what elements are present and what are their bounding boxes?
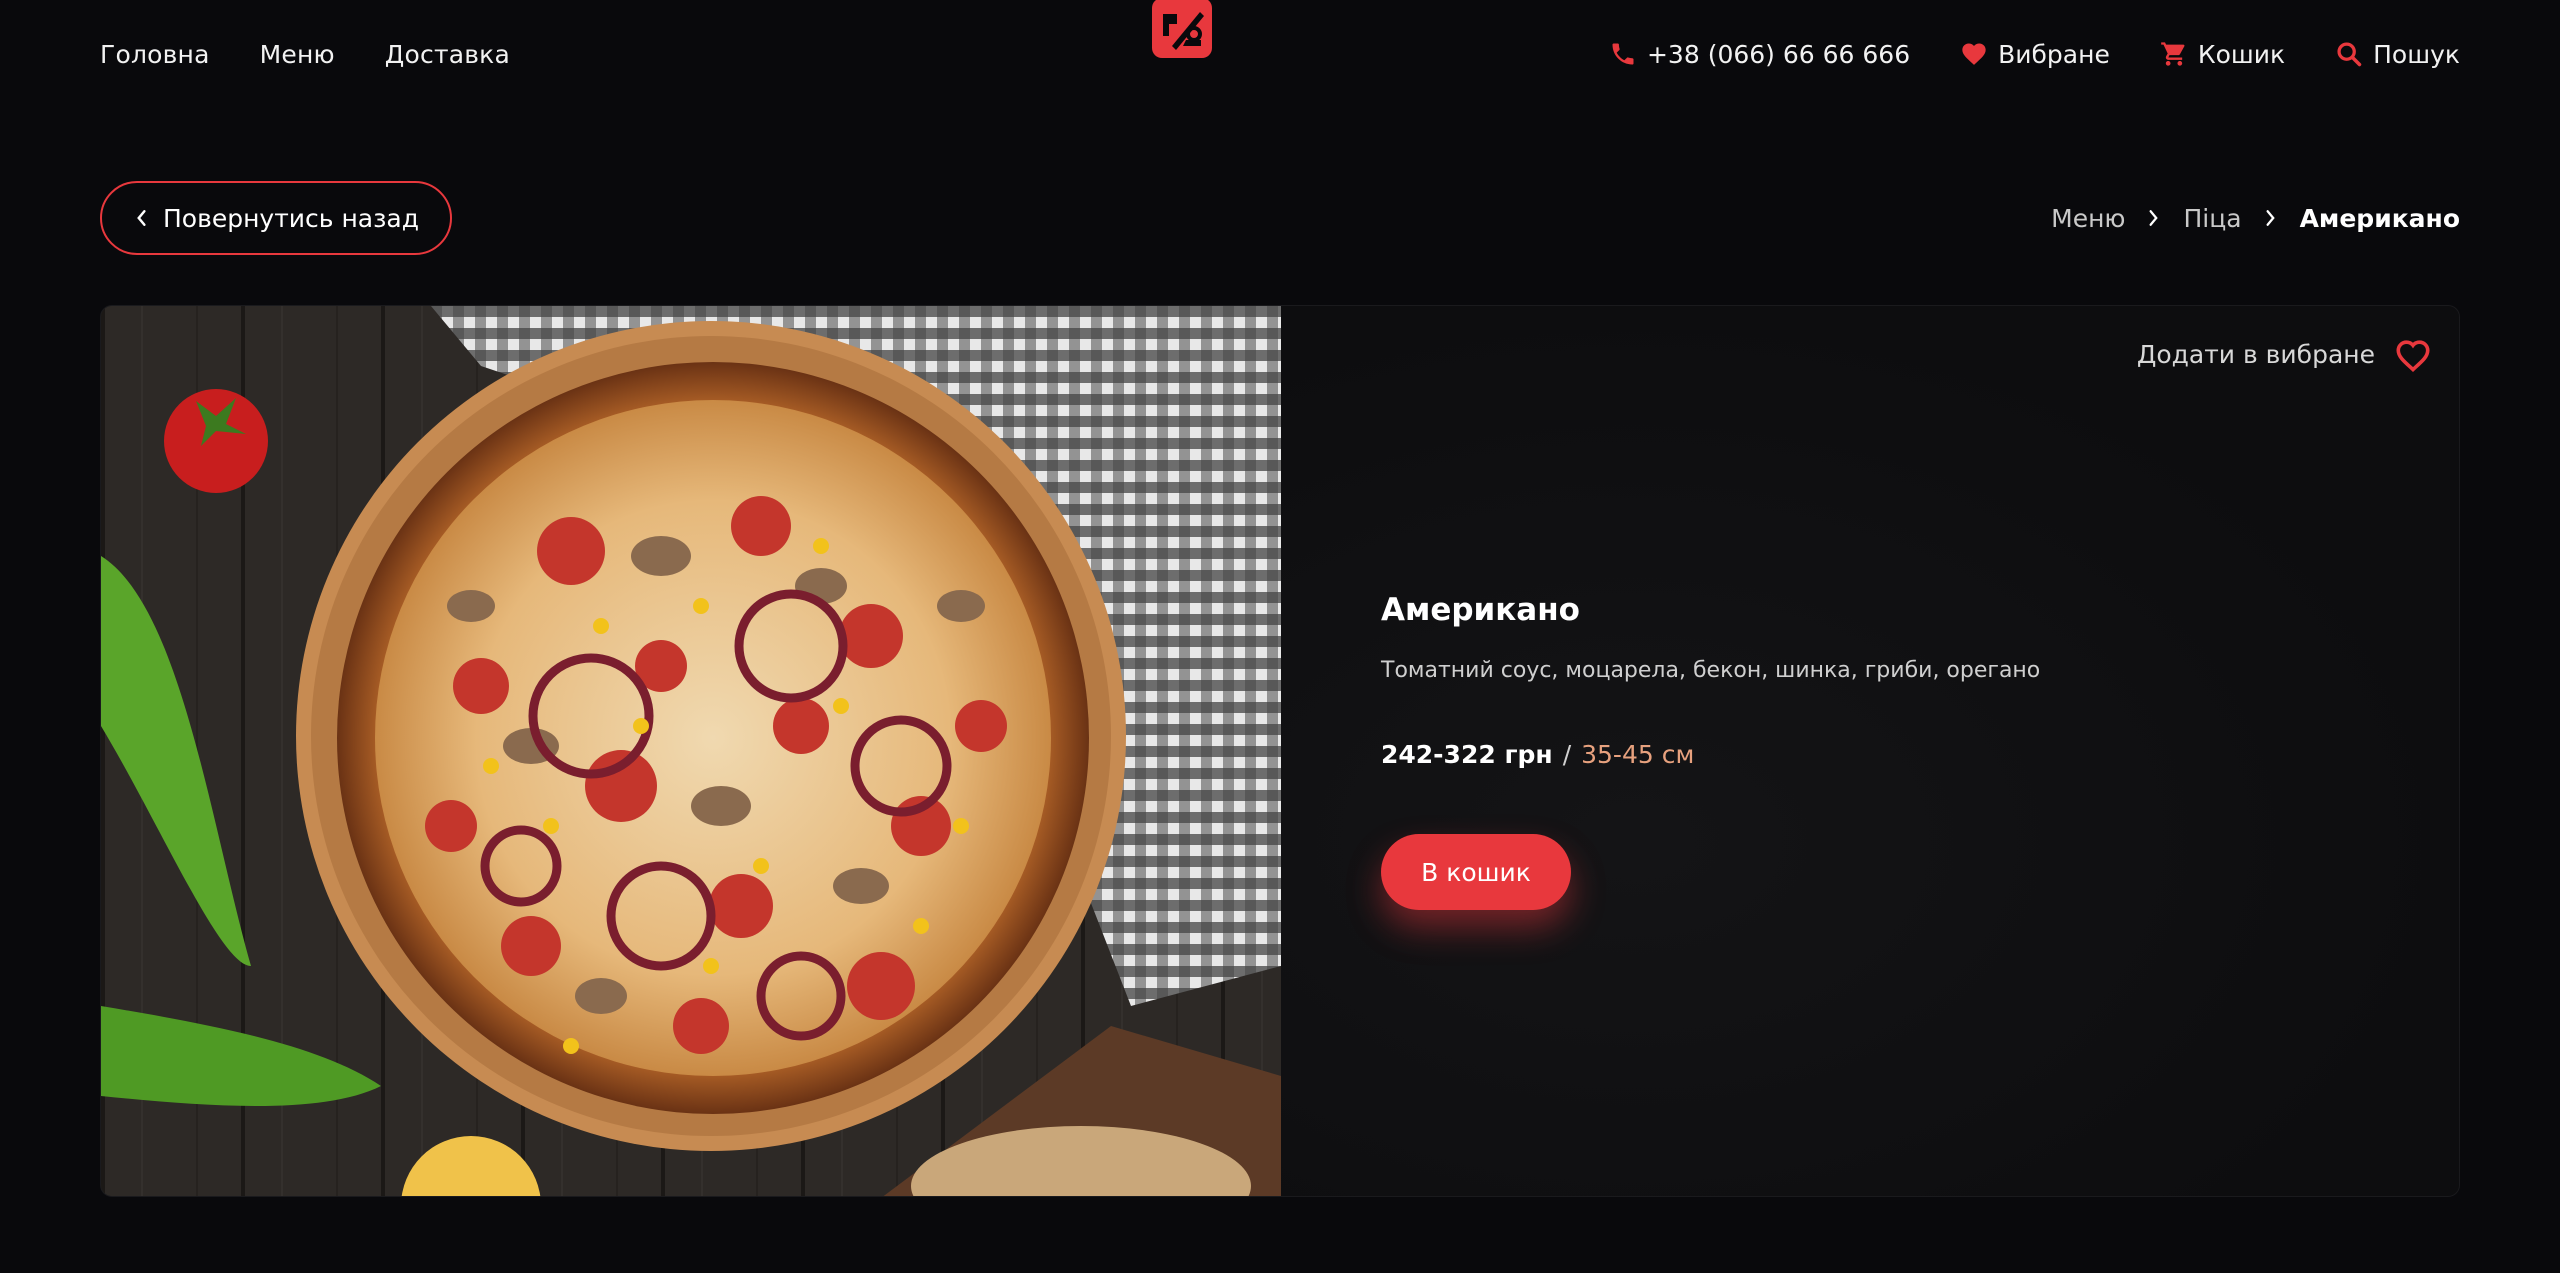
- product-image: [101, 306, 1281, 1196]
- nav-home[interactable]: Головна: [100, 40, 210, 69]
- product-title: Американо: [1381, 592, 1580, 628]
- add-favorite-button[interactable]: Додати в вибране: [2137, 336, 2433, 372]
- cart-icon: [2161, 42, 2185, 66]
- main-nav: Головна Меню Доставка: [100, 40, 510, 69]
- cart-label: Кошик: [2197, 39, 2286, 69]
- chevron-left-icon: [137, 210, 146, 226]
- product-card: Додати в вибране Американо Томатний соус…: [100, 305, 2460, 1197]
- add-favorite-label: Додати в вибране: [2136, 339, 2375, 369]
- favorites-label: Вибране: [1998, 39, 2110, 69]
- product-description: Томатний соус, моцарела, бекон, шинка, г…: [1381, 658, 2041, 683]
- favorites-link[interactable]: Вибране: [1960, 40, 2110, 69]
- phone-icon: [1612, 43, 1634, 65]
- chevron-right-icon: [2264, 209, 2278, 227]
- breadcrumb-menu[interactable]: Меню: [2051, 204, 2125, 233]
- price-separator: /: [1562, 740, 1572, 769]
- pizza-photo: [101, 306, 1281, 1196]
- breadcrumb: Меню Піца Американо: [2051, 196, 2460, 240]
- back-button[interactable]: Повернутись назад: [100, 181, 452, 255]
- back-button-label: Повернутись назад: [162, 203, 420, 233]
- breadcrumb-pizza[interactable]: Піца: [2183, 204, 2241, 233]
- page: Головна Меню Доставка +38 (066) 66 66 66…: [0, 0, 2560, 1273]
- product-info: Додати в вибране Американо Томатний соус…: [1281, 306, 2459, 1196]
- nav-menu[interactable]: Меню: [260, 40, 335, 69]
- product-price: 242-322 грн: [1381, 740, 1553, 769]
- chevron-right-icon: [2147, 209, 2161, 227]
- phone-link[interactable]: +38 (066) 66 66 666: [1609, 40, 1910, 69]
- heart-icon: [1962, 43, 1986, 65]
- search-label: Пошук: [2373, 39, 2460, 69]
- header-actions: +38 (066) 66 66 666 Вибране Кошик Пошук: [1609, 40, 2460, 69]
- heart-outline-icon: [2396, 340, 2430, 372]
- phone-number: +38 (066) 66 66 666: [1646, 39, 1911, 69]
- search-link[interactable]: Пошук: [2335, 40, 2460, 69]
- add-to-cart-button[interactable]: В кошик: [1381, 834, 1571, 910]
- search-icon: [2337, 42, 2362, 67]
- top-header: Головна Меню Доставка +38 (066) 66 66 66…: [100, 26, 2460, 82]
- logo-icon[interactable]: [1150, 0, 1214, 60]
- price-row: 242-322 грн / 35-45 см: [1381, 740, 1694, 769]
- nav-delivery[interactable]: Доставка: [385, 40, 510, 69]
- breadcrumb-current: Американо: [2299, 203, 2460, 233]
- cart-link[interactable]: Кошик: [2160, 40, 2285, 69]
- product-size: 35-45 см: [1581, 740, 1695, 769]
